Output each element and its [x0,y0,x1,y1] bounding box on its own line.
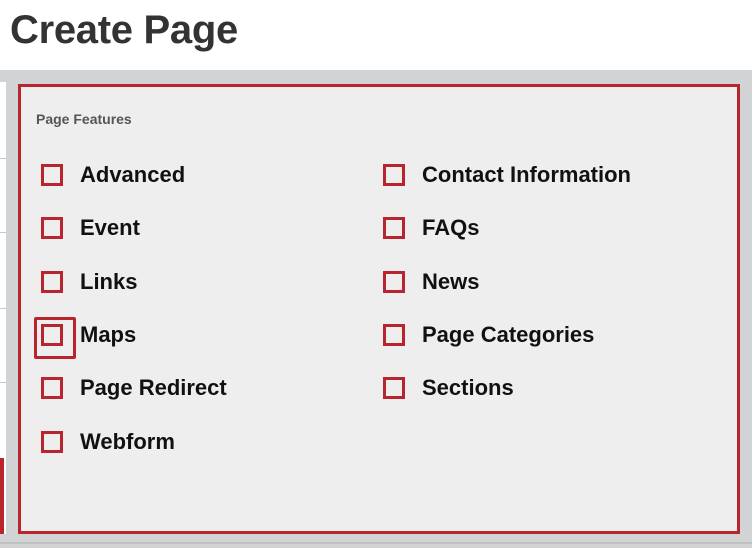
maps-checkbox[interactable] [34,317,76,359]
faqs-checkbox[interactable] [383,217,405,239]
feature-option-page-redirect[interactable]: Page Redirect [41,372,227,404]
event-checkbox[interactable] [41,217,63,239]
webform-checkbox[interactable] [41,431,63,453]
feature-label: Links [80,269,138,294]
page-redirect-checkbox[interactable] [41,377,63,399]
feature-label: Sections [422,375,514,400]
feature-option-news[interactable]: News [383,266,479,298]
feature-label: FAQs [422,215,480,240]
feature-option-advanced[interactable]: Advanced [41,159,185,191]
advanced-checkbox[interactable] [41,164,63,186]
sidebar-divider [0,382,6,383]
feature-label: Contact Information [422,162,631,187]
feature-label: Advanced [80,162,186,187]
feature-option-contact-information[interactable]: Contact Information [383,159,631,191]
feature-label: Page Redirect [80,375,227,400]
sections-checkbox[interactable] [383,377,405,399]
sidebar-divider [0,232,6,233]
page-features-legend: Page Features [36,111,132,127]
feature-label: News [422,269,480,294]
feature-option-links[interactable]: Links [41,266,137,298]
feature-label: Webform [80,429,175,454]
feature-label: Maps [80,322,137,347]
links-checkbox[interactable] [41,271,63,293]
feature-label: Page Categories [422,322,595,347]
feature-option-maps[interactable]: Maps [34,317,137,359]
page-categories-checkbox[interactable] [383,324,405,346]
feature-option-faqs[interactable]: FAQs [383,212,479,244]
feature-option-sections[interactable]: Sections [383,372,514,404]
sidebar-divider [0,308,6,309]
news-checkbox[interactable] [383,271,405,293]
left-sidebar-edge [0,82,6,534]
sidebar-active-indicator [0,458,4,534]
feature-option-page-categories[interactable]: Page Categories [383,319,594,351]
bottom-divider [0,542,752,544]
feature-option-webform[interactable]: Webform [41,426,175,458]
page-title: Create Page [10,8,238,52]
sidebar-divider [0,158,6,159]
feature-label: Event [80,215,140,240]
page-features-panel: Page Features Advanced Event Links Maps … [18,84,740,534]
contact-information-checkbox[interactable] [383,164,405,186]
feature-option-event[interactable]: Event [41,212,140,244]
